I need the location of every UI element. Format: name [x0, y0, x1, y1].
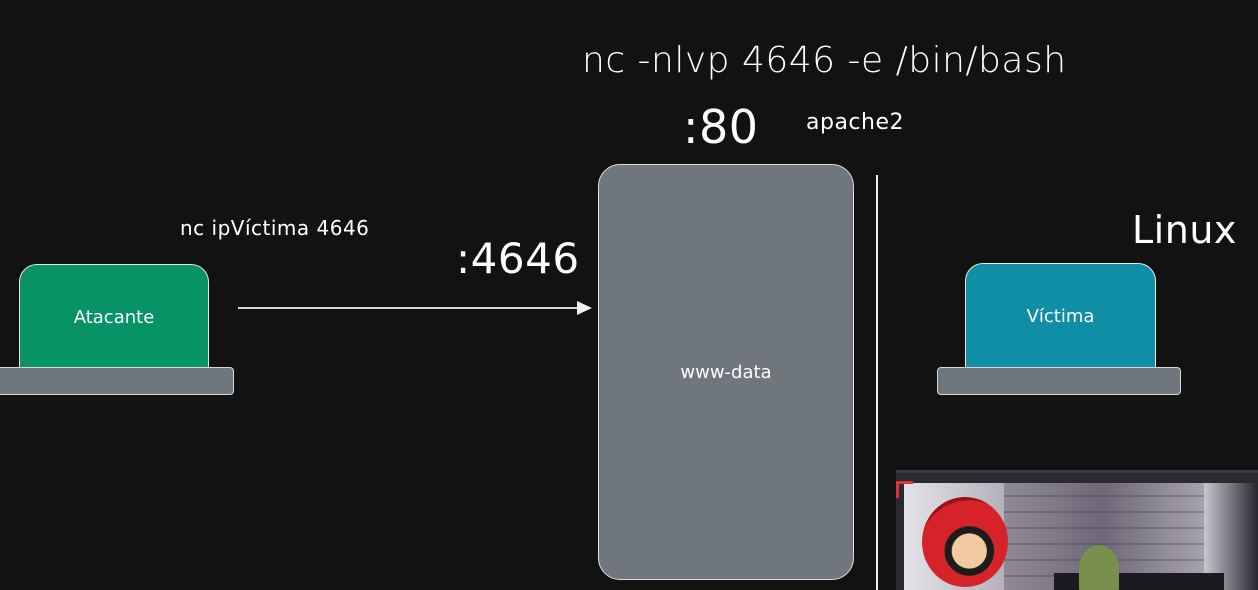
right-arrow-icon: [577, 301, 592, 315]
webcam-overlay: [896, 470, 1258, 590]
victim-laptop-base: [937, 367, 1181, 395]
server-user-label: www-data: [680, 361, 772, 383]
webcam-corner-marker: [896, 481, 913, 498]
diagram-canvas: nc -nlvp 4646 -e /bin/bash :80 apache2 n…: [0, 0, 1258, 590]
victim-label: Víctima: [1026, 306, 1095, 327]
server-box: www-data: [598, 164, 854, 580]
vertical-divider: [876, 175, 878, 590]
hooded-avatar-icon: [922, 497, 1008, 587]
webcam-figurine: [1079, 545, 1119, 590]
victim-laptop-screen: Víctima: [965, 263, 1156, 370]
webcam-feed: [904, 483, 1258, 590]
